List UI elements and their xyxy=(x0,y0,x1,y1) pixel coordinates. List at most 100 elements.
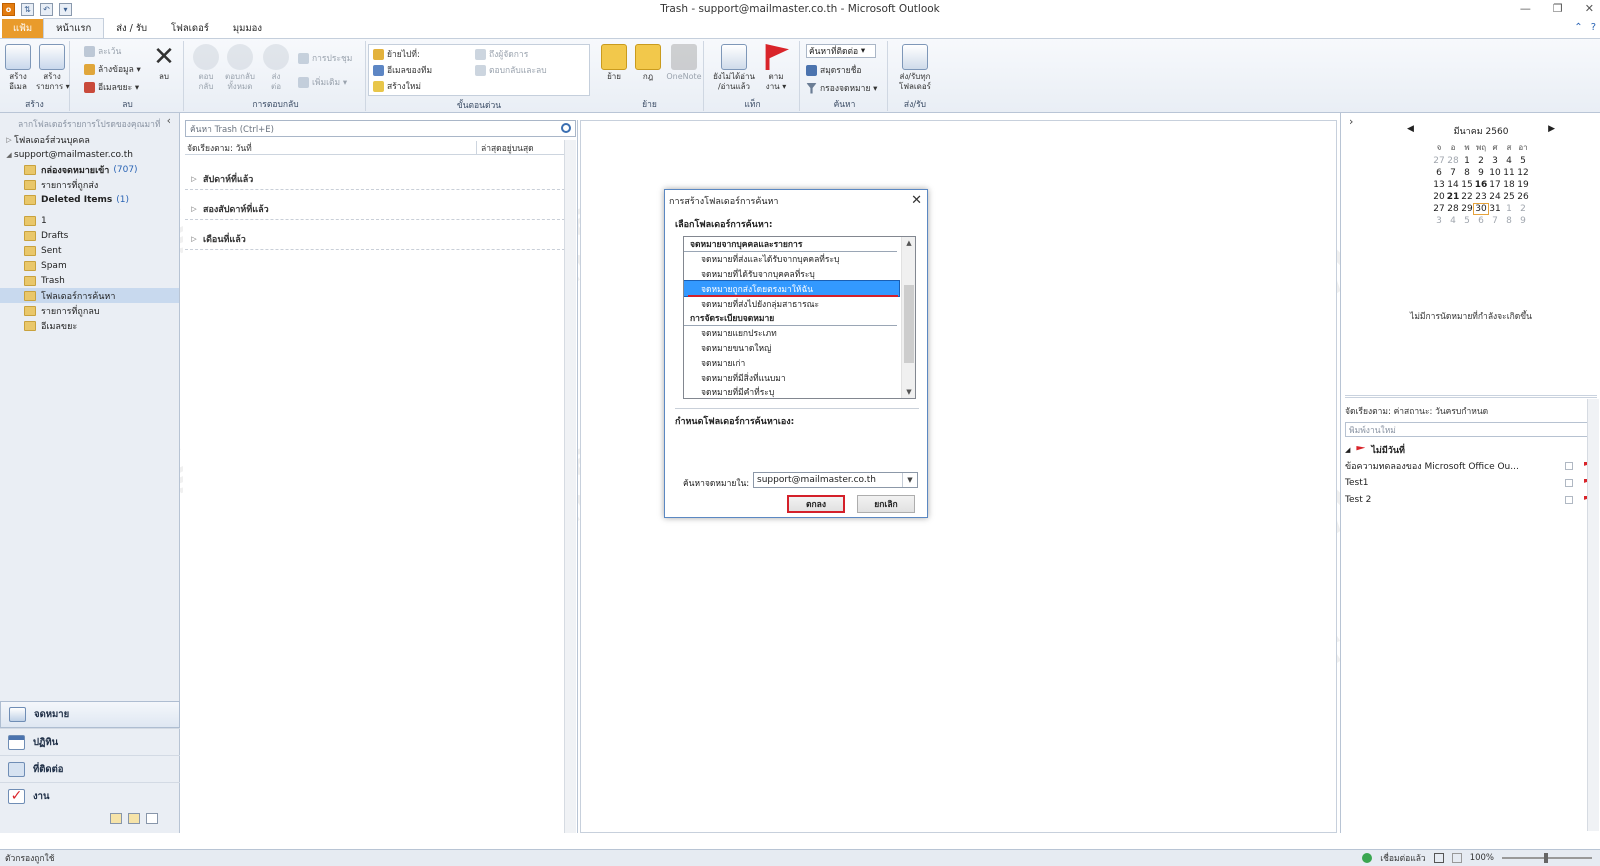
expand-icon[interactable]: ▷ xyxy=(4,136,14,144)
scroll-thumb[interactable] xyxy=(904,285,914,363)
mode-contacts[interactable]: ที่ติดต่อ xyxy=(0,755,180,782)
find-contact-box[interactable]: ค้นหาที่ติดต่อ ▾ xyxy=(806,44,876,58)
collapse-icon[interactable]: ◢ xyxy=(4,151,14,159)
list-group-last-month[interactable]: ▷ เดือนที่แล้ว xyxy=(185,228,565,250)
minimize-icon[interactable]: — xyxy=(1520,2,1531,15)
search-in-dropdown[interactable]: support@mailmaster.co.th ▼ xyxy=(753,472,918,488)
calendar-day[interactable]: 5 xyxy=(1516,156,1530,166)
customize-icon[interactable]: ▾ xyxy=(59,3,72,16)
mode-mail[interactable]: จดหมาย xyxy=(0,701,180,728)
tab-view[interactable]: มุมมอง xyxy=(221,19,274,38)
calendar-day[interactable]: 14 xyxy=(1446,180,1460,190)
collapse-ribbon-icon[interactable]: ⌃ xyxy=(1574,22,1582,33)
list-group-last-week[interactable]: ▷ สัปดาห์ที่แล้ว xyxy=(185,168,565,190)
calendar-day[interactable]: 7 xyxy=(1488,216,1502,226)
calendar-day[interactable]: 3 xyxy=(1488,156,1502,166)
search-folder-listbox[interactable]: จดหมายจากบุคคลและรายการ จดหมายที่ส่งและได… xyxy=(683,236,916,399)
folder-item[interactable]: Deleted Items (1) xyxy=(0,192,179,207)
qs-create-new[interactable]: สร้างใหม่ xyxy=(373,79,421,93)
calendar-day[interactable]: 26 xyxy=(1516,192,1530,202)
tab-folder[interactable]: โฟลเดอร์ xyxy=(159,19,221,38)
search-folder-option[interactable]: จดหมายถูกส่งโดยตรงมาให้ฉัน xyxy=(684,280,900,298)
task-checkbox[interactable] xyxy=(1565,461,1573,470)
calendar-day[interactable]: 10 xyxy=(1488,168,1502,178)
listbox-scrollbar[interactable]: ▲ ▼ xyxy=(901,237,915,398)
calendar-day[interactable]: 18 xyxy=(1502,180,1516,190)
restore-icon[interactable]: ❐ xyxy=(1553,2,1563,15)
new-items-button[interactable]: สร้าง รายการ ▾ xyxy=(36,44,70,92)
junk-button[interactable]: อีเมลขยะ ▾ xyxy=(84,80,139,94)
next-month-icon[interactable]: ▶ xyxy=(1548,124,1555,138)
rules-button[interactable]: กฎ xyxy=(632,44,664,82)
sort-by-header[interactable]: จัดเรียงตาม: วันที่ xyxy=(185,140,477,155)
expand-icon[interactable]: ▷ xyxy=(185,175,203,183)
folder-item[interactable]: Trash xyxy=(0,273,179,288)
ok-button[interactable]: ตกลง xyxy=(787,495,845,513)
ignore-button[interactable]: ละเว้น xyxy=(84,44,121,58)
new-email-button[interactable]: สร้าง อีเมล xyxy=(2,44,34,92)
search-icon[interactable] xyxy=(561,123,571,133)
calendar-day[interactable]: 27 xyxy=(1432,204,1446,214)
folder-item[interactable]: รายการที่ถูกลบ xyxy=(0,303,179,318)
mode-calendar[interactable]: ปฏิทิน xyxy=(0,728,180,755)
calendar-day[interactable]: 27 xyxy=(1432,156,1446,166)
calendar-day[interactable]: 28 xyxy=(1446,204,1460,214)
calendar-day[interactable]: 9 xyxy=(1474,168,1488,178)
delete-button[interactable]: ✕ ลบ xyxy=(148,44,180,82)
calendar-day[interactable]: 1 xyxy=(1460,156,1474,166)
tab-home[interactable]: หน้าแรก xyxy=(43,18,105,38)
search-folder-option[interactable]: จดหมายเก่า xyxy=(684,355,915,370)
cleanup-button[interactable]: ล้างข้อมูล ▾ xyxy=(84,62,141,76)
calendar-day[interactable]: 16 xyxy=(1474,180,1488,190)
onenote-button[interactable]: OneNote xyxy=(666,44,702,82)
search-box[interactable]: ค้นหา Trash (Ctrl+E) xyxy=(185,120,576,137)
expand-icon[interactable]: ▷ xyxy=(185,205,203,213)
expand-icon[interactable]: ▷ xyxy=(185,235,203,243)
undo-icon[interactable]: ↶ xyxy=(40,3,53,16)
address-book-button[interactable]: สมุดรายชื่อ xyxy=(806,63,862,77)
normal-view-icon[interactable] xyxy=(1433,853,1444,863)
reply-all-button[interactable]: ตอบกลับ ทั้งหมด xyxy=(224,44,256,92)
task-sort[interactable]: จัดเรียงตาม: ค่าสถานะ: วันครบกำหนด xyxy=(1345,404,1597,418)
calendar-day[interactable]: 15 xyxy=(1460,180,1474,190)
forward-button[interactable]: ส่ง ต่อ xyxy=(260,44,292,92)
personal-folders[interactable]: ▷ โฟลเดอร์ส่วนบุคคล xyxy=(0,132,179,147)
calendar-day[interactable]: 6 xyxy=(1474,216,1488,226)
calendar-day[interactable]: 12 xyxy=(1516,168,1530,178)
calendar-day[interactable]: 11 xyxy=(1502,168,1516,178)
expand-todo-icon[interactable]: › xyxy=(1349,115,1353,128)
cancel-button[interactable]: ยกเลิก xyxy=(857,495,915,513)
send-receive-icon[interactable]: ⇅ xyxy=(21,3,34,16)
calendar-day[interactable]: 17 xyxy=(1488,180,1502,190)
new-task-input[interactable]: พิมพ์งานใหม่ xyxy=(1345,422,1597,437)
calendar-day[interactable]: 22 xyxy=(1460,192,1474,202)
search-folder-option[interactable]: จดหมายที่ส่งและได้รับจากบุคคลที่ระบุ xyxy=(684,252,915,267)
meeting-button[interactable]: การประชุม xyxy=(298,51,352,65)
calendar-day[interactable]: 8 xyxy=(1502,216,1516,226)
calendar-day[interactable]: 23 xyxy=(1474,192,1488,202)
tab-send-receive[interactable]: ส่ง / รับ xyxy=(104,19,159,38)
calendar-day[interactable]: 8 xyxy=(1460,168,1474,178)
close-icon[interactable]: ✕ xyxy=(1585,2,1594,15)
calendar-day[interactable]: 19 xyxy=(1516,180,1530,190)
reply-button[interactable]: ตอบ กลับ xyxy=(190,44,222,92)
calendar-day[interactable]: 4 xyxy=(1446,216,1460,226)
close-icon[interactable]: ✕ xyxy=(911,193,922,208)
list-group-two-weeks[interactable]: ▷ สองสัปดาห์ที่แล้ว xyxy=(185,198,565,220)
folder-item[interactable]: โฟลเดอร์การค้นหา xyxy=(0,288,179,303)
reading-view-icon[interactable] xyxy=(1451,853,1462,863)
task-checkbox[interactable] xyxy=(1565,495,1573,504)
folder-item[interactable]: กล่องจดหมายเข้า (707) xyxy=(0,162,179,177)
search-folder-option[interactable]: จดหมายที่ได้รับจากบุคคลที่ระบุ xyxy=(684,267,915,282)
calendar-day[interactable]: 20 xyxy=(1432,192,1446,202)
calendar-day[interactable]: 30 xyxy=(1473,203,1489,215)
folder-item[interactable]: Drafts xyxy=(0,228,179,243)
scroll-down-icon[interactable]: ▼ xyxy=(902,388,915,396)
calendar-day[interactable]: 2 xyxy=(1516,204,1530,214)
list-scrollbar[interactable] xyxy=(564,140,576,833)
folder-item[interactable]: Sent xyxy=(0,243,179,258)
qs-move-to[interactable]: ย้ายไปที่: xyxy=(373,47,420,61)
tab-file[interactable]: แฟ้ม xyxy=(2,19,44,38)
task-checkbox[interactable] xyxy=(1565,478,1573,487)
qs-to-manager[interactable]: ถึงผู้จัดการ xyxy=(475,47,528,61)
